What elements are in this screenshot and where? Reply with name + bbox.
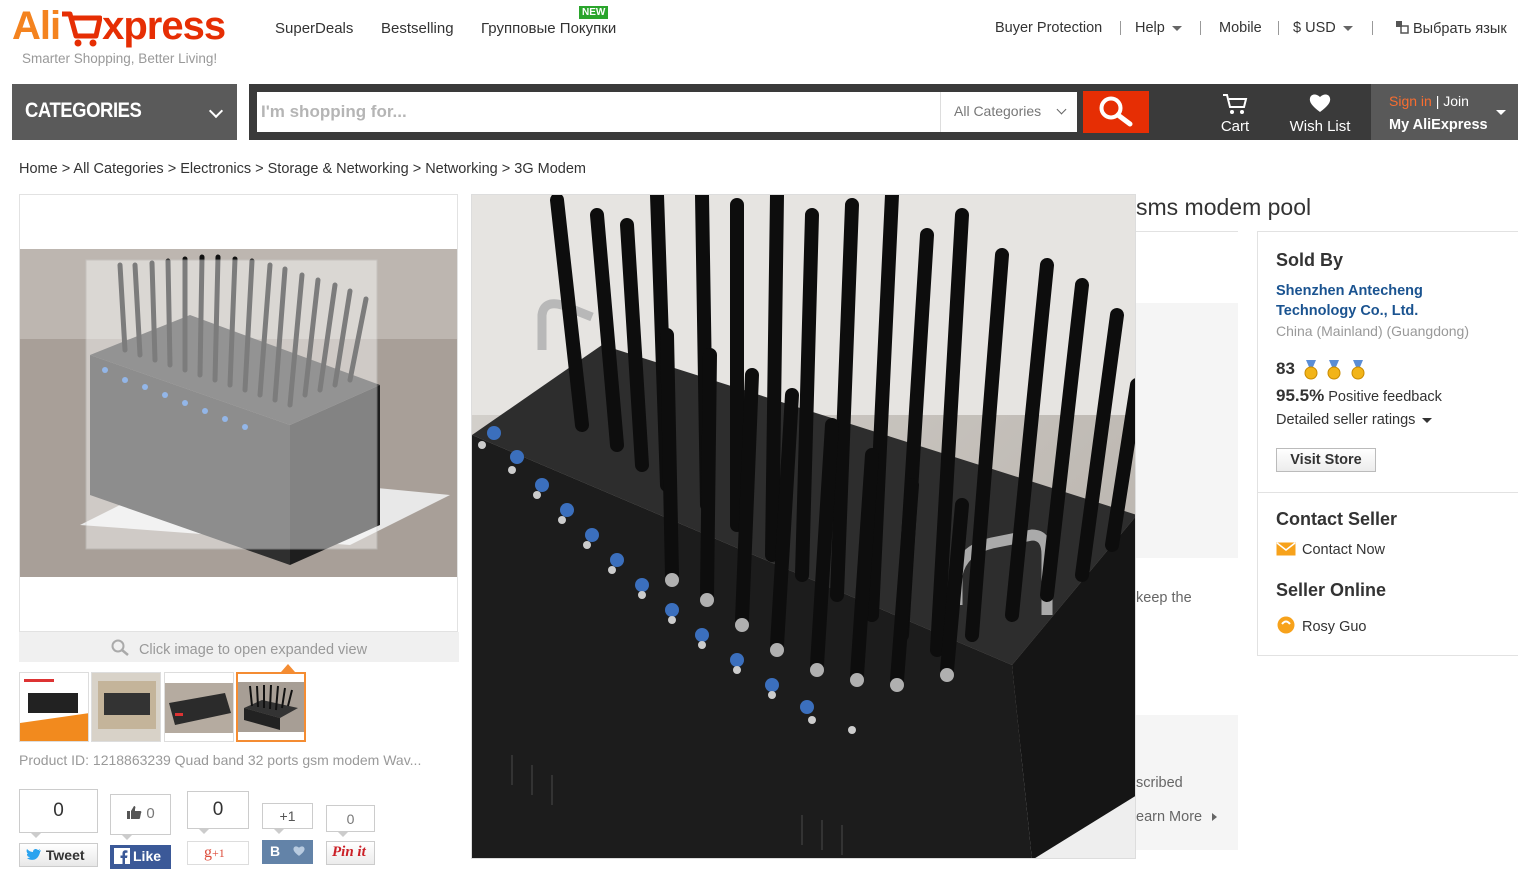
thumbnail-1[interactable] (19, 672, 89, 742)
contact-now-link[interactable]: Contact Now (1276, 542, 1385, 558)
learn-more-link[interactable]: earn More (1136, 809, 1218, 825)
gold-medal-icon (1327, 359, 1341, 380)
sign-in-link[interactable]: Sign in (1389, 93, 1432, 109)
partial-text: keep the (1136, 590, 1192, 606)
mobile-link[interactable]: Mobile (1219, 20, 1262, 36)
divider (1120, 21, 1121, 35)
help-menu[interactable]: Help (1135, 20, 1182, 36)
language-selector[interactable]: Выбрать язык (1395, 20, 1507, 37)
my-aliexpress-menu[interactable]: Sign in | Join My AliExpress (1371, 84, 1518, 140)
wishlist-button[interactable]: Wish List (1283, 84, 1357, 140)
divider (1258, 492, 1518, 493)
join-link[interactable]: Join (1443, 93, 1469, 109)
main-navbar: CATEGORIES All Categories Cart Wish List… (0, 84, 1518, 140)
gplus-count: 0 (187, 791, 249, 834)
heart-icon (1309, 94, 1331, 112)
chevron-down-icon (1171, 25, 1182, 31)
currency-selector[interactable]: $ USD (1293, 20, 1353, 36)
facebook-icon (114, 848, 130, 864)
expand-view-hint[interactable]: Click image to open expanded view (19, 632, 459, 662)
search-bar: All Categories Cart Wish List (249, 84, 1518, 140)
tweet-button[interactable]: Tweet (19, 843, 98, 867)
seller-score: 83 (1276, 359, 1366, 380)
seller-online-heading: Seller Online (1276, 580, 1387, 600)
product-id-line: Product ID: 1218863239 Quad band 32 port… (19, 752, 422, 768)
cart-label: Cart (1220, 118, 1250, 135)
twitter-icon (26, 848, 41, 860)
top-header: Ali xpress Smarter Shopping, Better Livin… (0, 0, 1518, 84)
cart-button[interactable]: Cart (1207, 84, 1263, 140)
gplus-button[interactable]: g+1 (187, 841, 249, 865)
my-aliexpress-label: My AliExpress (1389, 117, 1488, 133)
vk-count: +1 (262, 803, 313, 834)
online-seller-link[interactable]: Rosy Guo (1276, 615, 1366, 635)
visit-store-button[interactable]: Visit Store (1276, 448, 1376, 472)
thumbs-up-icon (127, 806, 142, 819)
divider (1278, 21, 1279, 35)
chevron-down-icon (1056, 104, 1067, 115)
seller-name-link[interactable]: Shenzhen Antecheng Technology Co., Ltd. (1276, 281, 1423, 321)
thumbnail-3[interactable] (164, 672, 234, 742)
chevron-down-icon (1422, 417, 1433, 423)
facebook-like-button[interactable]: Like (110, 845, 171, 869)
nav-bestselling[interactable]: Bestselling (381, 20, 454, 37)
divider (1136, 231, 1238, 232)
tagline: Smarter Shopping, Better Living! (22, 51, 218, 66)
heart-icon (293, 846, 305, 856)
thumbnail-2[interactable] (91, 672, 161, 742)
pinterest-button[interactable]: Pin it (326, 841, 375, 865)
product-photo (20, 249, 457, 577)
nav-group-buy[interactable]: Групповые Покупки (481, 20, 616, 37)
search-input[interactable] (257, 92, 941, 132)
search-button[interactable] (1083, 91, 1149, 133)
thumbnail-4[interactable] (236, 672, 306, 742)
pin-count: 0 (326, 805, 375, 837)
chevron-right-icon (1212, 813, 1218, 821)
chevron-down-icon (1496, 110, 1506, 115)
envelope-icon (1276, 542, 1296, 556)
chevron-down-icon (208, 103, 224, 119)
product-title: sms modem pool (1136, 194, 1312, 220)
search-category-select[interactable]: All Categories (940, 92, 1077, 132)
seller-location: China (Mainland) (Guangdong) (1276, 323, 1469, 339)
logo-ali-text: Ali (12, 4, 61, 48)
new-badge: NEW (579, 6, 609, 19)
like-count: 0 (110, 794, 171, 840)
search-icon (111, 639, 129, 656)
active-thumb-indicator (281, 664, 295, 672)
wishlist-label: Wish List (1289, 118, 1351, 135)
sold-by-heading: Sold By (1276, 250, 1344, 270)
zoomed-photo (472, 195, 1135, 858)
positive-feedback: 95.5% Positive feedback (1276, 386, 1442, 405)
aliexpress-logo[interactable]: Ali xpress (12, 4, 242, 48)
cart-icon (1223, 94, 1248, 114)
partial-text: scribed (1136, 775, 1183, 791)
search-icon (1099, 96, 1133, 126)
categories-label: CATEGORIES (25, 99, 142, 122)
chat-bubble-icon (1277, 616, 1295, 634)
buyer-protection-link[interactable]: Buyer Protection (995, 20, 1102, 36)
price-panel (1136, 303, 1238, 558)
vk-button[interactable]: B (262, 840, 313, 864)
chevron-down-icon (1342, 25, 1353, 31)
divider (1200, 21, 1201, 35)
gold-medal-icon (1304, 359, 1318, 380)
language-icon (1396, 21, 1409, 34)
zoomed-product-image (471, 194, 1136, 859)
contact-seller-heading: Contact Seller (1276, 509, 1398, 529)
breadcrumb[interactable]: Home > All Categories > Electronics > St… (19, 161, 586, 177)
gold-medal-icon (1351, 359, 1365, 380)
tweet-count: 0 (19, 789, 98, 838)
categories-menu[interactable]: CATEGORIES (12, 84, 237, 140)
detailed-ratings-toggle[interactable]: Detailed seller ratings (1276, 412, 1433, 428)
logo-cart-icon (62, 11, 103, 47)
seller-info-panel: Sold By Shenzhen Antecheng Technology Co… (1257, 231, 1518, 656)
product-main-image[interactable] (19, 194, 458, 632)
nav-superdeals[interactable]: SuperDeals (275, 20, 353, 37)
logo-express-text: xpress (102, 4, 226, 48)
divider (1372, 21, 1373, 35)
